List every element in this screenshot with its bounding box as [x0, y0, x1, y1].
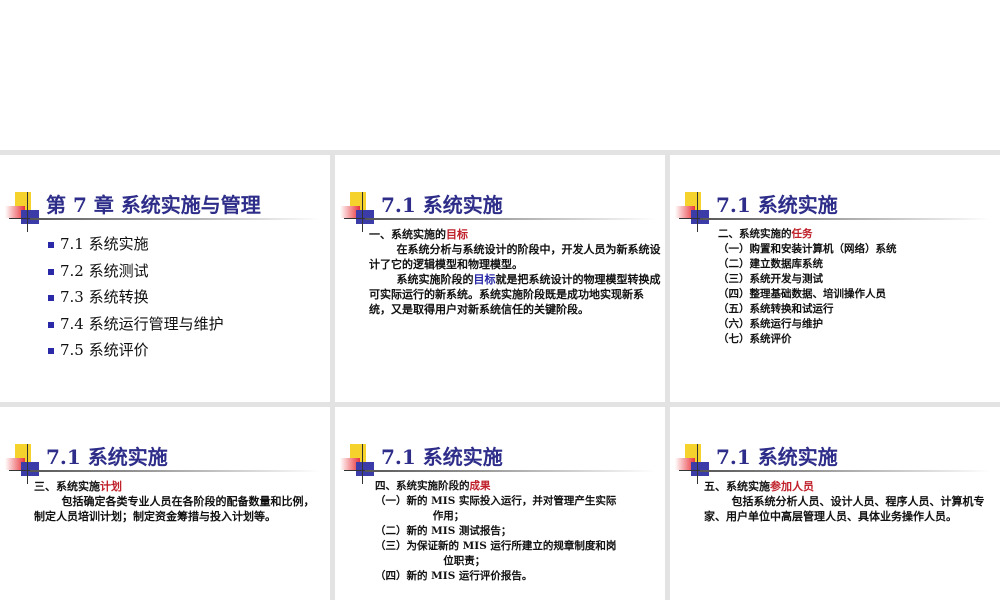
divider [30, 470, 320, 472]
heading-text: 一、系统实施的 [369, 228, 446, 241]
section-heading: 五、系统实施参加人员 [704, 479, 999, 494]
list-item: （三）系统开发与测试 [718, 273, 823, 285]
item-label: 7.3 系统转换 [60, 288, 149, 306]
slide-3[interactable]: 7.1 系统实施 二、系统实施的任务 （一）购置和安装计算机（网络）系统 （二）… [670, 155, 1000, 402]
bullet-icon [48, 321, 54, 328]
list-item: （三）为保证新的 MIS 运行所建立的规章制度和岗 [375, 540, 617, 552]
slide-body: 二、系统实施的任务 （一）购置和安装计算机（网络）系统 （二）建立数据库系统 （… [718, 227, 897, 347]
heading-text: 五、系统实施 [704, 480, 770, 493]
item-label: 7.4 系统运行管理与维护 [60, 314, 224, 333]
divider [700, 470, 990, 472]
heading-highlight: 计划 [100, 480, 122, 493]
paragraph: 在系统分析与系统设计的阶段中，开发人员为新系统设计了它的逻辑模型和物理模型。 [369, 243, 661, 271]
list-item: 7.4 系统运行管理与维护 [48, 311, 224, 338]
list-item: 7.1 系统实施 [48, 231, 224, 258]
heading-text: 四、系统实施阶段的 [375, 480, 470, 492]
list-item: （七）系统评价 [718, 333, 792, 345]
section-heading: 二、系统实施的任务 [718, 227, 897, 242]
section-heading: 四、系统实施阶段的成果 [375, 479, 616, 494]
list-item-cont: 位职责； [443, 555, 486, 567]
slide-title: 7.1 系统实施 [716, 193, 838, 217]
slide-5[interactable]: 7.1 系统实施 四、系统实施阶段的成果 （一）新的 MIS 实际投入运行，并对… [335, 407, 665, 600]
logo-icon [5, 444, 45, 484]
highlight: 目标 [473, 273, 496, 286]
list-item: （二）新的 MIS 测试报告； [375, 525, 512, 537]
slide-title: 第 7 章 系统实施与管理 [46, 193, 261, 217]
heading-highlight: 任务 [791, 228, 813, 240]
logo-icon [5, 192, 45, 232]
divider [365, 218, 655, 220]
slide-body: 五、系统实施参加人员 包括系统分析人员、设计人员、程序人员、计算机专家、用户单位… [704, 479, 999, 524]
bullet-icon [48, 268, 54, 275]
paragraph: 包括确定各类专业人员在各阶段的配备数量和比例，制定人员培训计划；制定资金筹措与投… [34, 495, 315, 523]
slide-title: 7.1 系统实施 [381, 445, 503, 469]
heading-highlight: 成果 [469, 480, 491, 492]
slide-body: 三、系统实施计划 包括确定各类专业人员在各阶段的配备数量和比例，制定人员培训计划… [34, 479, 324, 524]
list-item: （五）系统转换和试运行 [718, 303, 834, 315]
logo-icon [340, 192, 380, 232]
slide-title: 7.1 系统实施 [381, 193, 503, 217]
slide-title: 7.1 系统实施 [716, 445, 838, 469]
heading-text: 二、系统实施的 [718, 228, 792, 240]
divider [365, 470, 655, 472]
divider [700, 218, 990, 220]
text: 系统实施阶段的 [396, 273, 474, 286]
paragraph: 包括系统分析人员、设计人员、程序人员、计算机专家、用户单位中高层管理人员、具体业… [704, 495, 985, 523]
divider [30, 218, 320, 220]
list-item: （四）整理基础数据、培训操作人员 [718, 288, 886, 300]
list-item: （四）新的 MIS 运行评价报告。 [375, 570, 533, 582]
section-heading: 三、系统实施计划 [34, 479, 324, 494]
bullet-icon [48, 348, 54, 354]
list-item: （六）系统运行与维护 [718, 318, 823, 330]
slide-6[interactable]: 7.1 系统实施 五、系统实施参加人员 包括系统分析人员、设计人员、程序人员、计… [670, 407, 1000, 600]
bullet-icon [48, 242, 54, 248]
list-item: （一）新的 MIS 实际投入运行，并对管理产生实际 [375, 495, 617, 507]
logo-icon [340, 444, 380, 484]
toc-list: 7.1 系统实施 7.2 系统测试 7.3 系统转换 7.4 系统运行管理与维护… [48, 231, 224, 364]
list-item: （二）建立数据库系统 [718, 258, 823, 270]
paragraph: 系统实施阶段的目标就是把系统设计的物理模型转换成可实际运行的新系统。系统实施阶段… [369, 272, 664, 317]
logo-icon [675, 444, 715, 484]
slide-4[interactable]: 7.1 系统实施 三、系统实施计划 包括确定各类专业人员在各阶段的配备数量和比例… [0, 407, 330, 600]
slide-body: 一、系统实施的目标 在系统分析与系统设计的阶段中，开发人员为新系统设计了它的逻辑… [369, 227, 664, 317]
item-label: 7.2 系统测试 [60, 261, 149, 280]
list-item: （一）购置和安装计算机（网络）系统 [718, 243, 897, 255]
list-item-cont: 作用； [432, 510, 465, 522]
slide-2[interactable]: 7.1 系统实施 一、系统实施的目标 在系统分析与系统设计的阶段中，开发人员为新… [335, 155, 665, 402]
heading-highlight: 目标 [446, 228, 468, 241]
heading-text: 三、系统实施 [34, 480, 100, 493]
slide-body: 四、系统实施阶段的成果 （一）新的 MIS 实际投入运行，并对管理产生实际 作用… [375, 479, 616, 584]
list-item: 7.3 系统转换 [48, 284, 224, 311]
list-item: 7.2 系统测试 [48, 258, 224, 285]
slide-1[interactable]: 第 7 章 系统实施与管理 7.1 系统实施 7.2 系统测试 7.3 系统转换… [0, 155, 330, 402]
item-label: 7.1 系统实施 [60, 235, 149, 253]
heading-highlight: 参加人员 [770, 480, 814, 493]
section-heading: 一、系统实施的目标 [369, 227, 664, 242]
item-label: 7.5 系统评价 [60, 341, 149, 359]
list-item: 7.5 系统评价 [48, 337, 224, 364]
slide-title: 7.1 系统实施 [46, 445, 168, 469]
bullet-icon [48, 295, 54, 301]
logo-icon [675, 192, 715, 232]
